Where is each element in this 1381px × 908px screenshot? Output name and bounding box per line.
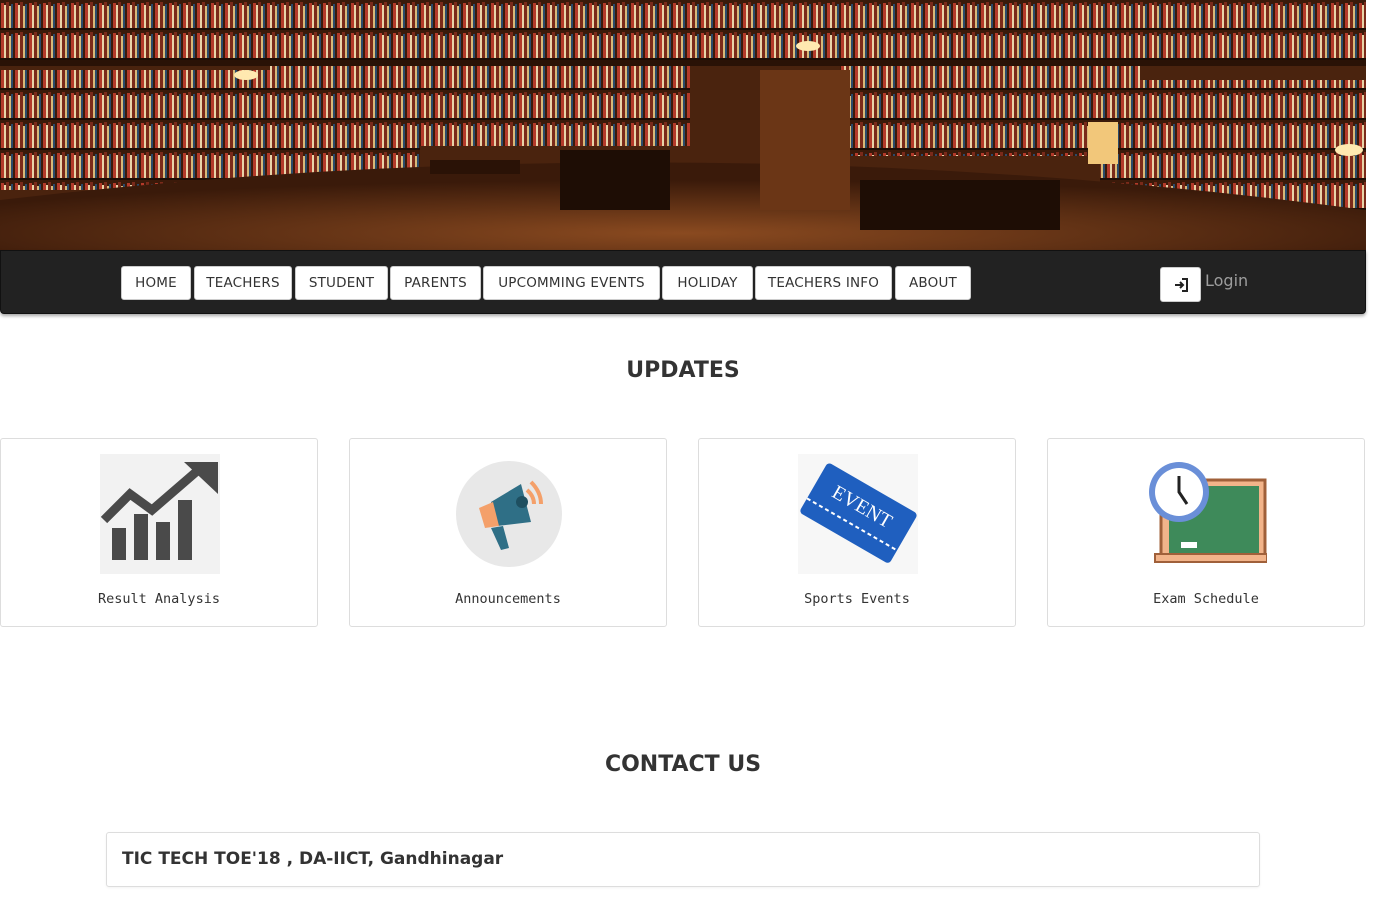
- login-arrow-icon: [1175, 278, 1188, 292]
- login-icon-button[interactable]: [1160, 267, 1201, 302]
- nav-home-button[interactable]: HOME: [121, 266, 191, 300]
- nav-about-button[interactable]: ABOUT: [895, 266, 971, 300]
- nav-student-button[interactable]: STUDENT: [295, 266, 388, 300]
- result-analysis-card[interactable]: Result Analysis: [0, 438, 318, 627]
- login-link[interactable]: Login: [1205, 271, 1248, 290]
- exam-schedule-label: Exam Schedule: [1153, 591, 1259, 607]
- clock-chalkboard-icon: [1149, 462, 1267, 563]
- updates-heading: UPDATES: [626, 358, 740, 383]
- sports-events-card[interactable]: EVENT Sports Events: [698, 438, 1016, 627]
- nav-upcoming-events-button[interactable]: UPCOMMING EVENTS: [483, 266, 660, 300]
- announcements-label: Announcements: [455, 591, 561, 607]
- contact-address-text: TIC TECH TOE'18 , DA-IICT, Gandhinagar: [122, 849, 504, 869]
- nav-teachers-button[interactable]: TEACHERS: [194, 266, 292, 300]
- nav-parents-button[interactable]: PARENTS: [390, 266, 481, 300]
- main-navbar: HOME TEACHERS STUDENT PARENTS UPCOMMING …: [0, 250, 1366, 314]
- sports-events-label: Sports Events: [804, 591, 910, 607]
- hero-banner-image: [0, 0, 1366, 251]
- library-illustration: [0, 0, 1366, 251]
- result-analysis-label: Result Analysis: [98, 591, 220, 607]
- announcements-card[interactable]: Announcements: [349, 438, 667, 627]
- contact-address-panel: TIC TECH TOE'18 , DA-IICT, Gandhinagar: [106, 832, 1260, 887]
- exam-schedule-card[interactable]: Exam Schedule: [1047, 438, 1365, 627]
- growth-chart-icon: [100, 454, 220, 574]
- nav-teachers-info-button[interactable]: TEACHERS INFO: [755, 266, 892, 300]
- event-ticket-icon: EVENT: [798, 454, 918, 574]
- megaphone-icon: [456, 461, 562, 567]
- contact-heading: CONTACT US: [604, 752, 762, 777]
- nav-holiday-button[interactable]: HOLIDAY: [662, 266, 753, 300]
